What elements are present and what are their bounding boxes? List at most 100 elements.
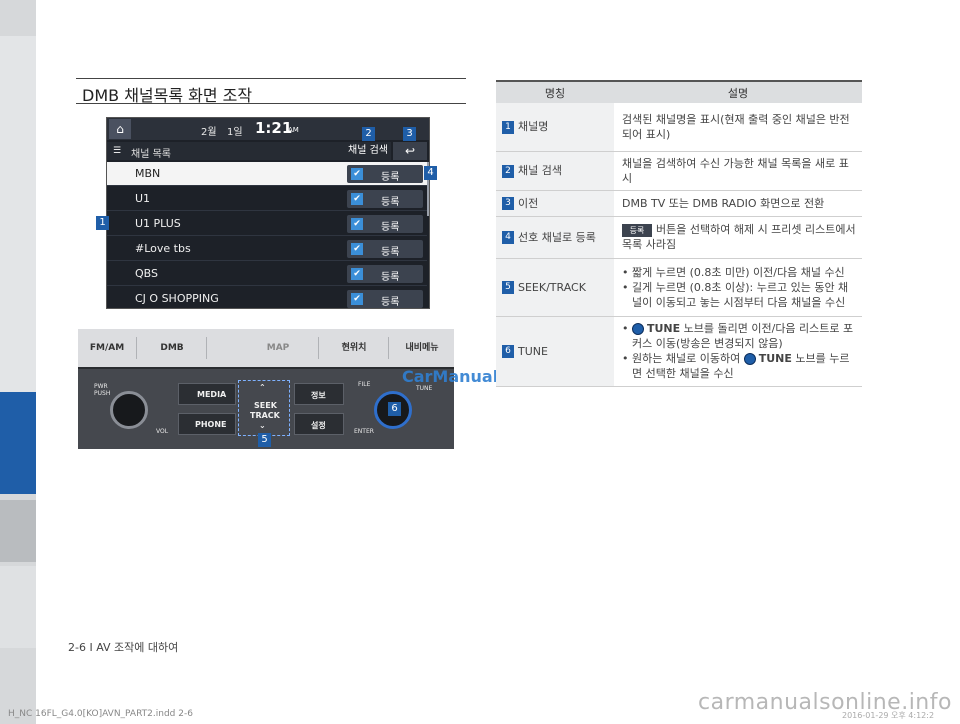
channel-row[interactable]: QBS ✔ 등록	[107, 262, 427, 286]
register-button[interactable]: ✔ 등록	[347, 165, 423, 183]
register-label: 등록	[381, 172, 400, 183]
register-button[interactable]: ✔ 등록	[347, 240, 423, 258]
phone-button[interactable]: PHONE	[178, 413, 236, 435]
status-time: 1:21	[255, 119, 293, 137]
status-bar: ⌂ 2월 1일 1:21 AM	[107, 118, 429, 140]
table-row: 5 SEEK/TRACK • 짧게 누르면 (0.8초 미만) 이전/다음 채널 …	[496, 258, 862, 317]
push-label: PUSH	[94, 390, 111, 397]
dmb-channel-list-screen: ⌂ 2월 1일 1:21 AM ☰ 채널 목록 채널 검색 ↩ MBN U1 ✔…	[106, 117, 430, 309]
section-title: DMB 채널목록 화면 조작	[76, 78, 466, 105]
register-button-sample: 등록	[622, 223, 652, 237]
seek-track-button[interactable]: ⌃ SEEK TRACK ⌄	[238, 380, 290, 436]
media-button[interactable]: MEDIA	[178, 383, 236, 405]
channel-row[interactable]: U1 PLUS ✔ 등록	[107, 212, 427, 236]
chevron-up-icon: ⌃	[259, 383, 266, 392]
key-divider	[136, 337, 137, 359]
row-name: TUNE	[518, 344, 548, 358]
setup-button[interactable]: 설정	[294, 413, 344, 435]
callout-marker-2: 2	[362, 127, 375, 141]
row-name: 이전	[518, 196, 539, 210]
register-label: 등록	[381, 197, 400, 208]
fm-am-key[interactable]: FM/AM	[84, 337, 130, 359]
chevron-down-icon: ⌄	[259, 421, 266, 430]
strip-block	[0, 36, 36, 392]
callout-marker-6: 6	[388, 402, 401, 416]
row-name-cell: 6 TUNE	[496, 316, 614, 387]
navi-menu-key[interactable]: 내비메뉴	[394, 337, 450, 359]
table-row: 3 이전 DMB TV 또는 DMB RADIO 화면으로 전환	[496, 190, 862, 217]
list-icon: ☰	[113, 146, 122, 156]
table-row: 6 TUNE • TUNE 노브를 돌리면 이전/다음 리스트로 포커스 이동(방…	[496, 316, 862, 387]
dmb-key[interactable]: DMB	[142, 337, 202, 359]
current-position-key[interactable]: 현위치	[326, 337, 382, 359]
enter-label: ENTER	[354, 428, 374, 435]
back-arrow-icon[interactable]: ↩	[393, 142, 427, 160]
pwr-label: PWR	[94, 383, 108, 390]
row-number: 1	[502, 120, 514, 134]
description-table: 명칭 설명 1 채널명 검색된 채널명을 표시(현재 출력 중인 채널은 반전되어…	[496, 80, 862, 387]
channel-name: U1	[135, 192, 151, 205]
callout-marker-3: 3	[403, 127, 416, 141]
setup-label: 설정	[311, 421, 326, 430]
track-label: TRACK	[250, 411, 280, 420]
row-number: 2	[502, 164, 514, 178]
register-label: 등록	[381, 272, 400, 283]
section-title-text: DMB 채널목록 화면 조작	[82, 86, 253, 105]
row-desc: DMB TV 또는 DMB RADIO 화면으로 전환	[614, 190, 862, 217]
row-name-cell: 3 이전	[496, 190, 614, 217]
tune-word: TUNE	[647, 322, 681, 335]
callout-marker-4: 4	[424, 166, 437, 180]
row-desc-cell: • 짧게 누르면 (0.8초 미만) 이전/다음 채널 수신 • 길게 누르면 …	[614, 258, 862, 317]
channel-name: #Love tbs	[135, 242, 191, 255]
info-label: 정보	[311, 391, 326, 400]
check-icon: ✔	[351, 268, 363, 280]
status-month: 2월	[201, 127, 217, 138]
strip-block-active	[0, 392, 36, 494]
row-name: 채널 검색	[518, 164, 562, 177]
table-row: 1 채널명 검색된 채널명을 표시(현재 출력 중인 채널은 반전되어 표시)	[496, 103, 862, 152]
row-desc-cell: • TUNE 노브를 돌리면 이전/다음 리스트로 포커스 이동(방송은 변경되…	[614, 316, 862, 387]
row-name-cell: 1 채널명	[496, 103, 614, 152]
register-button[interactable]: ✔ 등록	[347, 215, 423, 233]
home-icon[interactable]: ⌂	[109, 119, 131, 139]
desc-bullet: • 원하는 채널로 이동하여 TUNE 노브를 누르면 선택한 채널을 수신	[622, 352, 850, 380]
channel-name: CJ O SHOPPING	[135, 292, 219, 305]
channel-name: MBN	[135, 167, 161, 180]
status-ampm: AM	[288, 126, 299, 134]
check-icon: ✔	[351, 218, 363, 230]
channel-name: QBS	[135, 267, 158, 280]
register-label: 등록	[381, 222, 400, 233]
info-button[interactable]: 정보	[294, 383, 344, 405]
row-number: 5	[502, 281, 514, 294]
map-key[interactable]: MAP	[238, 337, 318, 359]
tune-label: TUNE	[416, 385, 433, 392]
register-button[interactable]: ✔ 등록	[347, 265, 423, 283]
file-label: FILE	[358, 381, 371, 388]
channel-search-button[interactable]: 채널 검색	[345, 142, 391, 160]
list-header: ☰ 채널 목록	[107, 142, 345, 160]
register-button[interactable]: ✔ 등록	[347, 190, 423, 208]
row-desc-cell: 등록 버튼을 선택하여 해제 시 프리셋 리스트에서 목록 사라짐	[614, 216, 862, 259]
channel-row[interactable]: #Love tbs ✔ 등록	[107, 237, 427, 261]
row-name-cell: 4 선호 채널로 등록	[496, 216, 614, 259]
channel-name: U1 PLUS	[135, 217, 181, 230]
desc-bullet: • 길게 누르면 (0.8초 이상): 누르고 있는 동안 채널이 이동되고 놓…	[622, 280, 849, 309]
tune-knob-icon	[743, 353, 756, 365]
key-divider	[388, 337, 389, 359]
key-divider	[206, 337, 207, 359]
page-footer: 2-6 I AV 조작에 대하여	[68, 641, 179, 654]
register-button[interactable]: ✔ 등록	[347, 290, 423, 308]
callout-marker-5: 5	[258, 433, 271, 447]
media-label: MEDIA	[197, 390, 227, 399]
tune-knob-icon	[632, 323, 644, 335]
vol-label: VOL	[156, 428, 169, 435]
phone-label: PHONE	[195, 420, 227, 429]
volume-knob[interactable]	[110, 391, 148, 429]
desc-bullet: • 짧게 누르면 (0.8초 미만) 이전/다음 채널 수신	[622, 265, 845, 279]
row-desc: 검색된 채널명을 표시(현재 출력 중인 채널은 반전되어 표시)	[614, 103, 862, 152]
channel-row[interactable]: CJ O SHOPPING ✔ 등록	[107, 287, 427, 308]
check-icon: ✔	[351, 293, 363, 305]
tune-word: TUNE	[758, 352, 792, 365]
row-name: 선호 채널로 등록	[518, 230, 596, 244]
channel-row[interactable]: U1 ✔ 등록	[107, 187, 427, 211]
